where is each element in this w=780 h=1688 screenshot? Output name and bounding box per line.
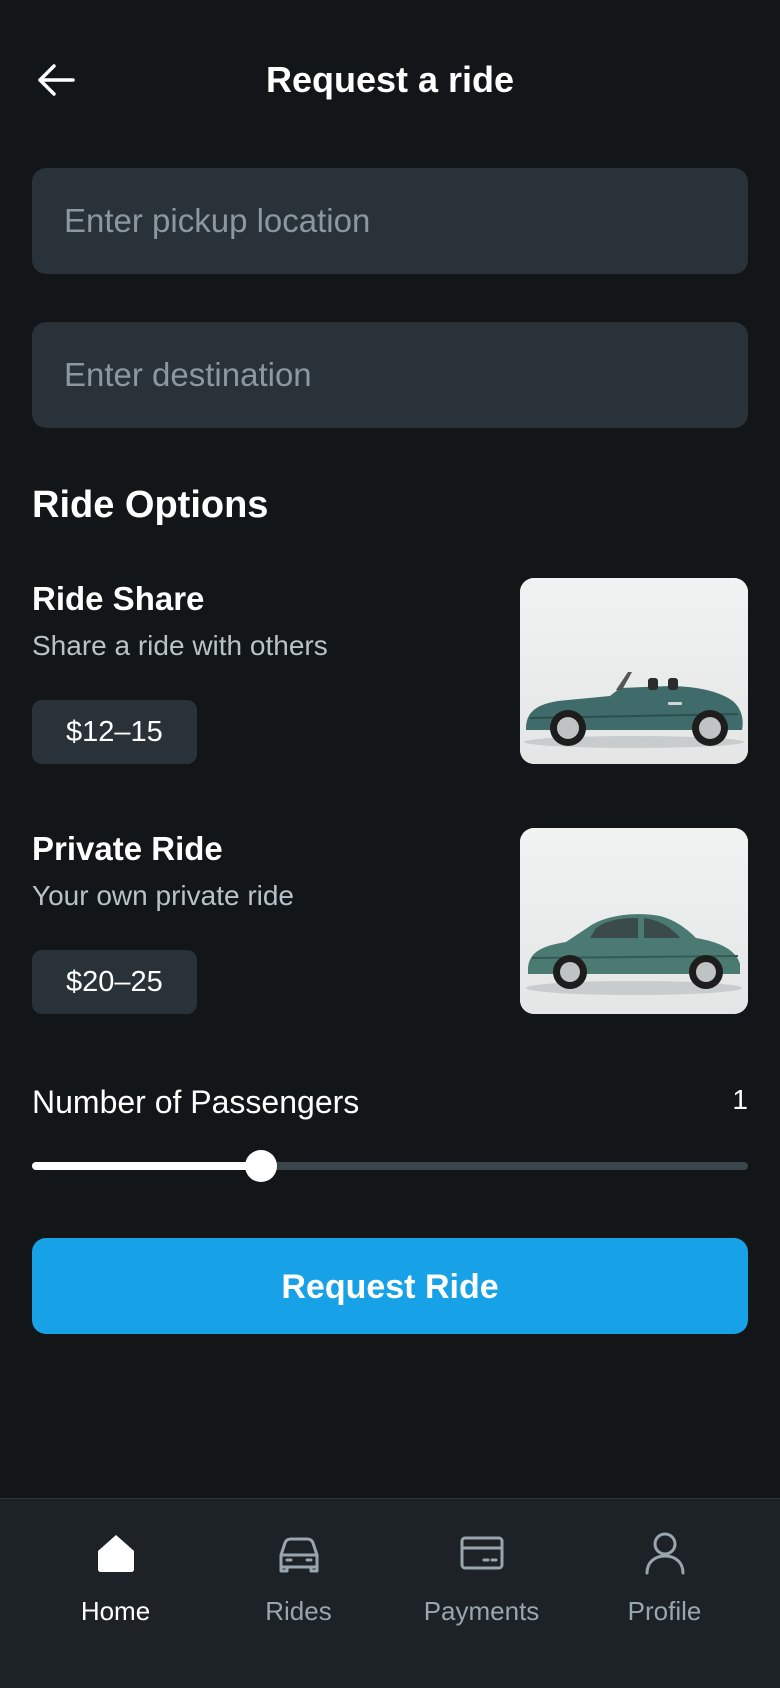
slider-fill xyxy=(32,1162,262,1170)
page-title: Request a ride xyxy=(265,59,515,100)
car-icon xyxy=(279,1537,318,1573)
ride-option-name: Private Ride xyxy=(32,830,223,867)
header: Request a ride xyxy=(0,0,780,160)
ride-option-description: Share a ride with others xyxy=(32,630,328,661)
price-badge: $20–25 xyxy=(32,950,197,1014)
ride-options-title: Ride Options xyxy=(32,484,269,526)
passengers-count: 1 xyxy=(732,1084,748,1115)
ride-option-private[interactable]: Private Ride Your own private ride $20–2… xyxy=(32,828,748,1016)
nav-label: Profile xyxy=(627,1596,702,1626)
home-icon xyxy=(97,1535,134,1572)
car-image-coupe xyxy=(520,828,748,1014)
pickup-location-input[interactable] xyxy=(32,168,748,274)
slider-thumb[interactable] xyxy=(245,1150,278,1182)
user-icon xyxy=(645,1532,684,1575)
nav-label: Home xyxy=(80,1596,151,1626)
request-ride-button[interactable]: Request Ride xyxy=(32,1238,748,1334)
passengers-slider[interactable] xyxy=(32,1150,748,1182)
car-image-convertible xyxy=(520,578,748,764)
ride-option-description: Your own private ride xyxy=(32,880,295,911)
nav-label: Payments xyxy=(423,1596,540,1626)
price-badge: $12–15 xyxy=(32,700,197,764)
destination-input[interactable] xyxy=(32,322,748,428)
ride-option-name: Ride Share xyxy=(32,580,205,617)
nav-item-payments[interactable]: Payments xyxy=(390,1529,573,1649)
bottom-nav: Home Rides Payments Profile xyxy=(0,1498,780,1688)
ride-option-share[interactable]: Ride Share Share a ride with others $12–… xyxy=(32,578,748,766)
nav-item-home[interactable]: Home xyxy=(24,1529,207,1649)
passengers-label: Number of Passengers xyxy=(32,1084,360,1120)
credit-card-icon xyxy=(460,1536,503,1570)
nav-label: Rides xyxy=(265,1596,332,1626)
nav-item-profile[interactable]: Profile xyxy=(573,1529,756,1649)
nav-item-rides[interactable]: Rides xyxy=(207,1529,390,1649)
